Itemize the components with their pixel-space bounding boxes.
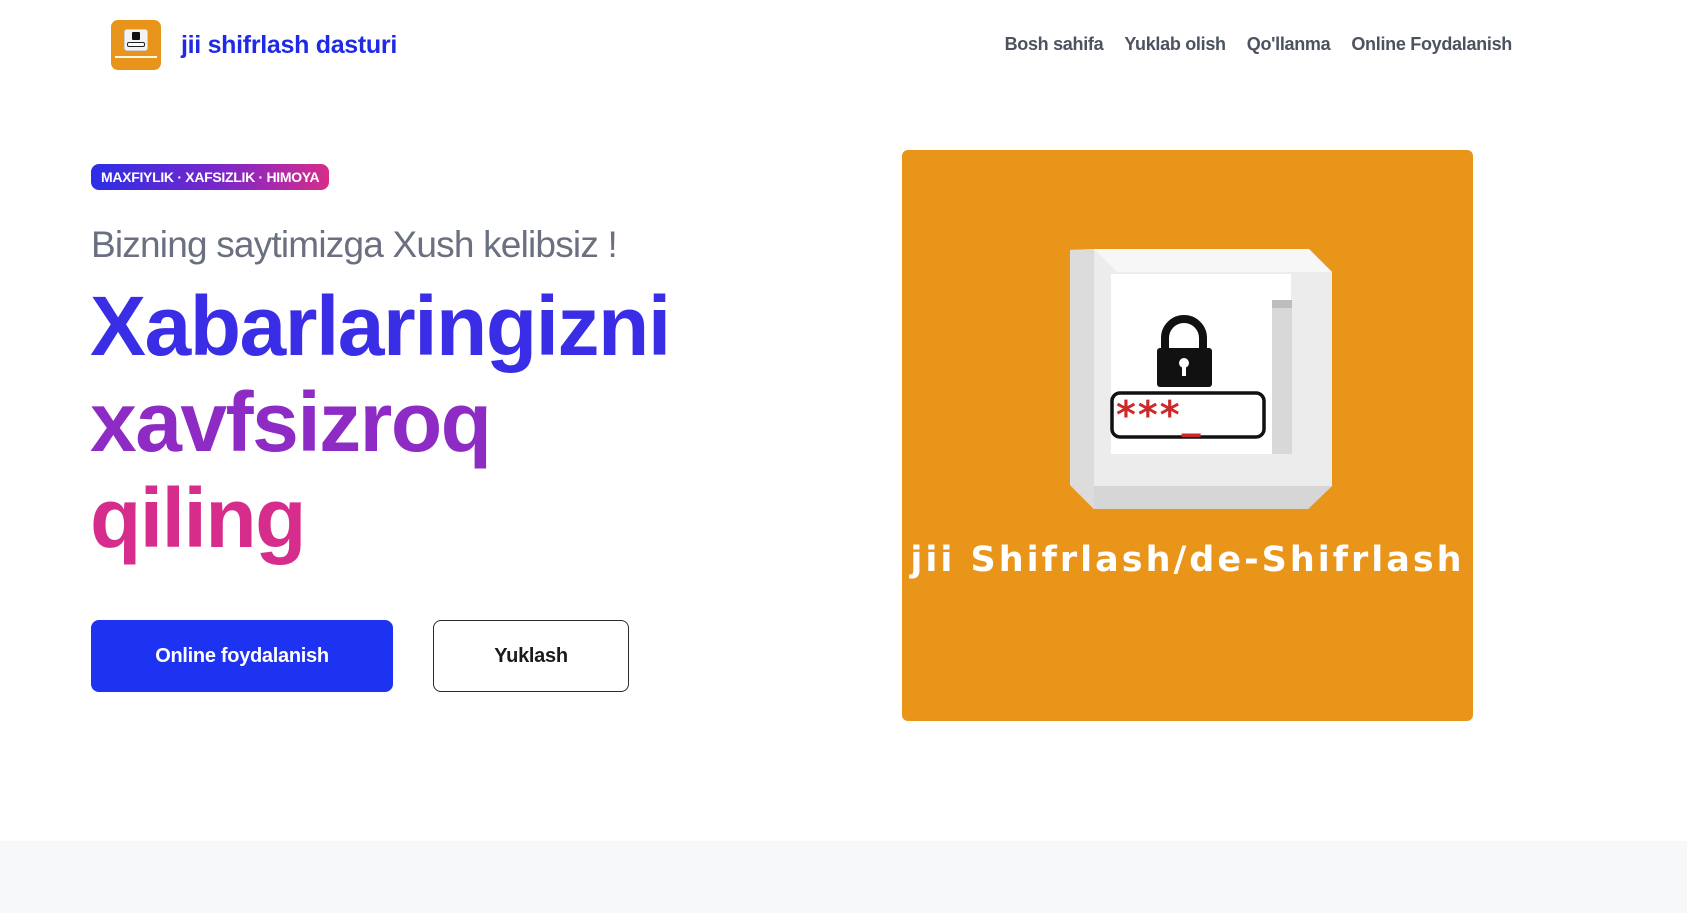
online-use-button[interactable]: Online foydalanish <box>91 620 393 692</box>
nav-item-guide[interactable]: Qo'llanma <box>1247 34 1331 55</box>
lock-password-illustration: ***_ <box>1070 249 1332 509</box>
nav-item-download[interactable]: Yuklab olish <box>1124 34 1226 55</box>
welcome-text: Bizning saytimizga Xush kelibsiz ! <box>91 224 618 265</box>
brand-link[interactable]: jii shifrlash dasturi <box>111 20 397 70</box>
lock-logo-icon <box>111 20 161 70</box>
site-header: jii shifrlash dasturi Bosh sahifa Yuklab… <box>0 0 1687 92</box>
next-section <box>0 841 1687 913</box>
download-button[interactable]: Yuklash <box>433 620 629 692</box>
password-mask-text: ***_ <box>1116 393 1203 437</box>
hero-headline: Xabarlaringizni xavfsizroq qiling <box>90 278 730 566</box>
hero-image: ***_ jii Shifrlash/de-Shifrlash <box>902 150 1473 721</box>
headline-line-2: xavfsizroq <box>90 375 492 469</box>
image-caption: jii Shifrlash/de-Shifrlash <box>910 540 1465 580</box>
brand-name: jii shifrlash dasturi <box>181 30 397 59</box>
tagline-badge: MAXFIYLIK · XAFSIZLIK · HIMOYA <box>91 164 330 190</box>
headline-line-3: qiling <box>90 471 306 565</box>
nav-item-online[interactable]: Online Foydalanish <box>1351 34 1512 55</box>
nav-item-home[interactable]: Bosh sahifa <box>1005 34 1104 55</box>
main-nav: Bosh sahifa Yuklab olish Qo'llanma Onlin… <box>1005 34 1513 55</box>
headline-line-1: Xabarlaringizni <box>90 279 671 373</box>
